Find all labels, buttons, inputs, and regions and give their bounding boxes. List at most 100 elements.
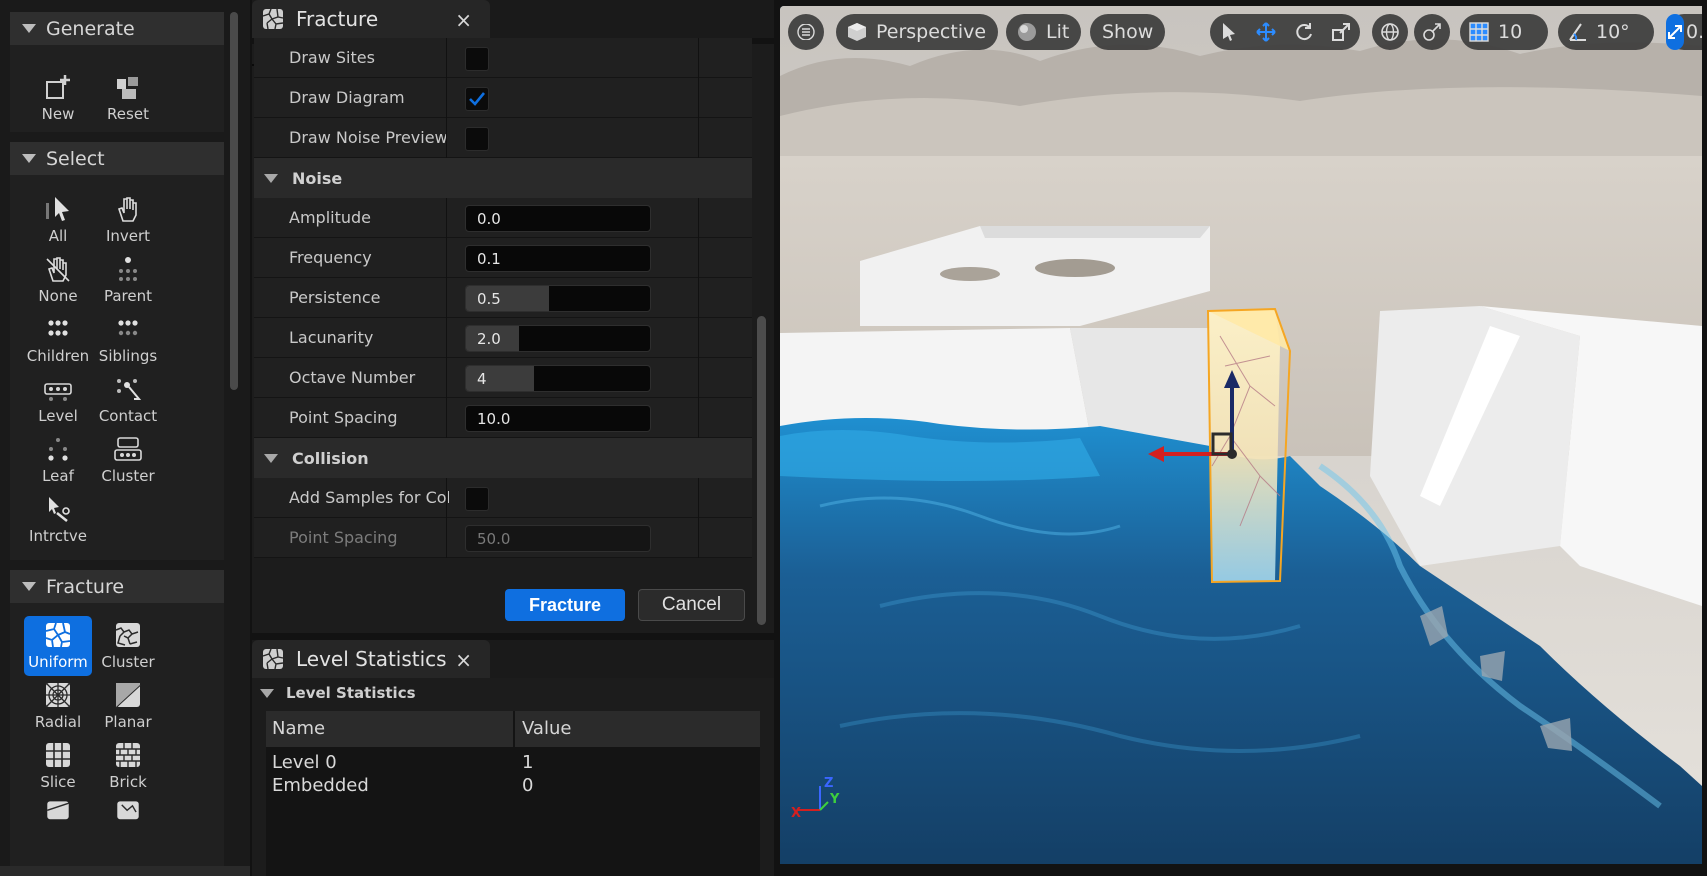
uniform-voronoi-icon <box>45 622 71 648</box>
lit-mode-button[interactable]: Lit <box>1006 14 1082 50</box>
select-cluster-button[interactable]: Cluster <box>94 430 162 490</box>
fracture-tools-header[interactable]: Fracture <box>10 570 224 603</box>
radial-fracture-button[interactable]: Radial <box>24 676 92 736</box>
column-splitter[interactable] <box>446 238 447 278</box>
column-splitter[interactable] <box>446 38 447 78</box>
numeric-input[interactable]: 4 <box>465 365 651 392</box>
level-stats-category[interactable]: Level Statistics <box>252 678 774 708</box>
tool-label: Contact <box>98 407 158 425</box>
level-stats-tab[interactable]: Level Statistics × <box>252 640 490 678</box>
column-splitter[interactable] <box>698 118 699 158</box>
column-splitter[interactable] <box>446 518 447 558</box>
planar-fracture-button[interactable]: Planar <box>94 676 162 736</box>
world-local-button[interactable] <box>1372 14 1408 50</box>
column-splitter[interactable] <box>446 398 447 438</box>
tool-label: Brick <box>109 773 147 791</box>
column-splitter[interactable] <box>446 358 447 398</box>
scale-mode-button[interactable] <box>1323 14 1361 50</box>
column-splitter[interactable] <box>698 278 699 318</box>
grid-snap-toggle[interactable] <box>1460 14 1498 50</box>
category-noise[interactable]: Noise <box>254 158 752 198</box>
reset-tool-button[interactable]: Reset <box>94 68 162 128</box>
column-splitter[interactable] <box>446 118 447 158</box>
column-splitter[interactable] <box>698 78 699 118</box>
close-icon[interactable]: × <box>455 648 472 672</box>
property-checkbox[interactable] <box>465 127 489 151</box>
column-splitter[interactable] <box>698 478 699 518</box>
show-button[interactable]: Show <box>1090 14 1166 50</box>
level-viewport[interactable]: Z Y X Perspective Lit Show 10 10° 0 <box>780 6 1702 864</box>
select-all-button[interactable]: All <box>24 190 92 250</box>
level-stats-panel: Level Statistics Name Value Level 0 1 Em… <box>252 678 774 876</box>
numeric-input[interactable]: 0.1 <box>465 245 651 272</box>
column-splitter[interactable] <box>446 318 447 358</box>
column-splitter[interactable] <box>446 278 447 318</box>
select-invert-button[interactable]: Invert <box>94 190 162 250</box>
select-none-button[interactable]: None <box>24 250 92 310</box>
perspective-button[interactable]: Perspective <box>836 14 999 50</box>
radial-web-icon <box>45 682 71 708</box>
more-fracture-tool-button[interactable] <box>24 796 92 826</box>
rotation-snap-toggle[interactable] <box>1558 14 1596 50</box>
select-mode-button[interactable] <box>1210 14 1248 50</box>
column-splitter[interactable] <box>446 78 447 118</box>
select-parent-button[interactable]: Parent <box>94 250 162 310</box>
rotation-snap-group[interactable]: 10° <box>1558 14 1654 50</box>
uniform-fracture-button[interactable]: Uniform <box>24 616 92 676</box>
slice-fracture-button[interactable]: Slice <box>24 736 92 796</box>
column-splitter[interactable] <box>698 398 699 438</box>
property-checkbox[interactable] <box>465 87 489 111</box>
column-header-value[interactable]: Value <box>522 711 571 747</box>
close-icon[interactable]: × <box>455 8 472 32</box>
property-name: Draw Diagram <box>289 88 405 107</box>
numeric-input[interactable]: 10.0 <box>465 405 651 432</box>
property-checkbox[interactable] <box>465 47 489 71</box>
cancel-button[interactable]: Cancel <box>638 589 745 621</box>
select-leaf-button[interactable]: Leaf <box>24 430 92 490</box>
brick-fracture-button[interactable]: Brick <box>94 736 162 796</box>
scale-snap-group[interactable]: 0.2 <box>1666 14 1702 50</box>
mesh-fracture-icon <box>47 801 69 820</box>
numeric-input[interactable]: 0.5 <box>465 285 651 312</box>
surface-snap-button[interactable] <box>1414 14 1450 50</box>
section-title: Generate <box>46 17 135 40</box>
fracture-button[interactable]: Fracture <box>505 589 625 621</box>
fracture-scrollbar[interactable] <box>757 316 766 625</box>
grid-snap-value[interactable]: 10 <box>1498 21 1534 43</box>
numeric-input[interactable]: 2.0 <box>465 325 651 352</box>
property-checkbox[interactable] <box>465 487 489 511</box>
column-splitter[interactable] <box>446 478 447 518</box>
column-splitter[interactable] <box>698 358 699 398</box>
cluster-fracture-button[interactable]: Cluster <box>94 616 162 676</box>
fracture-tab[interactable]: Fracture × <box>252 0 490 38</box>
select-siblings-button[interactable]: Siblings <box>94 310 162 370</box>
grid-snap-group[interactable]: 10 <box>1460 14 1548 50</box>
category-collision[interactable]: Collision <box>254 438 752 478</box>
select-header[interactable]: Select <box>10 142 224 175</box>
select-interactive-button[interactable]: Intrctve <box>24 490 92 550</box>
column-splitter[interactable] <box>698 198 699 238</box>
select-level-button[interactable]: Level <box>24 370 92 430</box>
column-header-name[interactable]: Name <box>272 711 325 747</box>
scale-snap-value[interactable]: 0.2 <box>1684 21 1702 43</box>
translate-mode-button[interactable] <box>1248 14 1286 50</box>
more-fracture-tool-button-2[interactable] <box>94 796 162 826</box>
scale-snap-toggle[interactable] <box>1666 14 1684 50</box>
select-children-button[interactable]: Children <box>24 310 92 370</box>
column-separator[interactable] <box>513 711 515 747</box>
palette-scrollbar[interactable] <box>230 12 238 390</box>
viewport-menu-button[interactable] <box>788 14 824 50</box>
column-splitter[interactable] <box>446 198 447 238</box>
rotate-mode-button[interactable] <box>1285 14 1323 50</box>
numeric-input[interactable]: 0.0 <box>465 205 651 232</box>
column-splitter[interactable] <box>698 38 699 78</box>
column-splitter[interactable] <box>698 238 699 278</box>
column-splitter[interactable] <box>698 518 699 558</box>
select-contact-button[interactable]: Contact <box>94 370 162 430</box>
generate-header[interactable]: Generate <box>10 12 224 45</box>
column-splitter[interactable] <box>698 318 699 358</box>
new-tool-button[interactable]: New <box>24 68 92 128</box>
slice-grid-icon <box>46 743 70 767</box>
property-name: Point Spacing <box>289 528 398 547</box>
rotation-snap-value[interactable]: 10° <box>1596 21 1642 43</box>
